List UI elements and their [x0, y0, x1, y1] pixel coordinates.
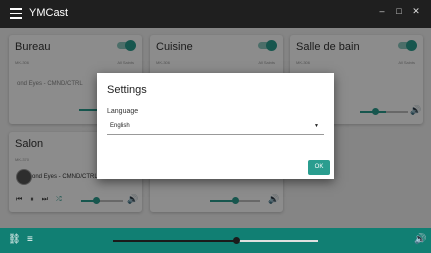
- language-select[interactable]: English ▼: [107, 120, 324, 135]
- close-button[interactable]: ✕: [410, 6, 422, 17]
- dialog-title: Settings: [107, 84, 147, 96]
- seek-slider[interactable]: [113, 237, 318, 244]
- master-volume-icon[interactable]: 🔊: [414, 234, 426, 245]
- language-value: English: [110, 123, 130, 129]
- dropdown-arrow-icon: ▼: [314, 123, 319, 129]
- language-label: Language: [107, 108, 139, 115]
- ok-button[interactable]: OK: [308, 160, 330, 175]
- maximize-button[interactable]: □: [393, 6, 405, 16]
- seek-fill: [113, 240, 236, 242]
- bottom-bar: ⛓ ≡ 🔊: [0, 228, 431, 253]
- queue-icon[interactable]: ≡: [27, 234, 33, 245]
- settings-dialog: Settings Language English ▼ OK: [97, 73, 334, 179]
- link-icon[interactable]: ⛓: [8, 234, 21, 245]
- minimize-button[interactable]: –: [376, 6, 388, 16]
- hamburger-menu-icon[interactable]: [10, 8, 22, 19]
- app-title: YMCast: [29, 7, 69, 19]
- seek-thumb[interactable]: [233, 237, 240, 244]
- title-bar: YMCast – □ ✕: [0, 0, 431, 28]
